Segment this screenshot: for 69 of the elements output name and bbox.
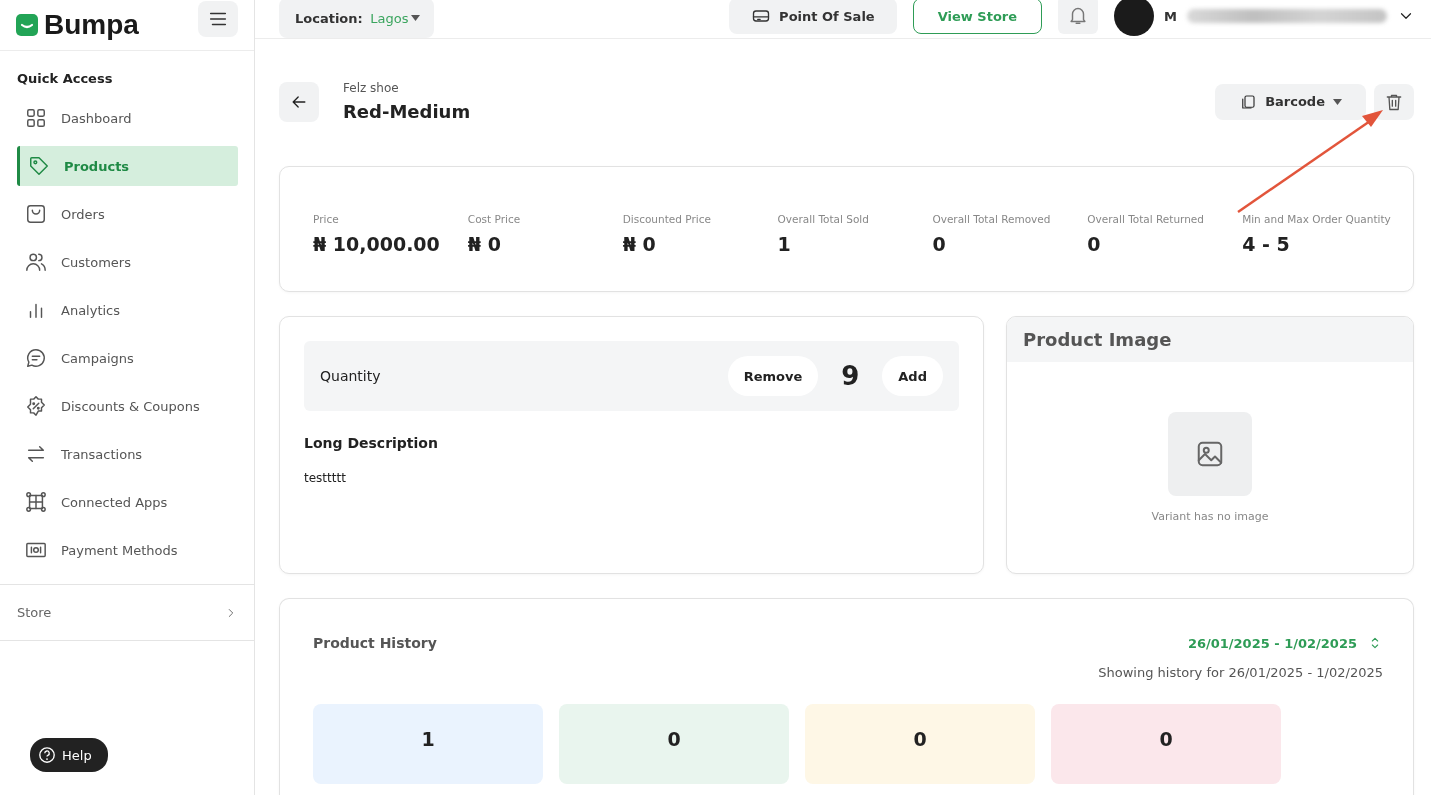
stat-value: 0 (932, 233, 947, 255)
brand-name: Bumpa (44, 9, 139, 41)
help-button[interactable]: Help (30, 738, 108, 772)
stat-label: Overall Total Sold (777, 213, 870, 225)
user-name: M (1164, 8, 1177, 24)
image-card-title: Product Image (1007, 317, 1413, 362)
sidebar-item[interactable]: Payment Methods (17, 530, 238, 570)
history-stat-value: 0 (667, 728, 681, 752)
users-icon (25, 251, 47, 273)
stat-value: ₦ 0 (467, 233, 502, 255)
caret-icon (1333, 98, 1342, 105)
sidebar-item[interactable]: Customers (17, 242, 238, 282)
sidebar-item[interactable]: Transactions (17, 434, 238, 474)
stat-value: ₦ 0 (622, 233, 657, 255)
discount-badge-icon (25, 395, 47, 417)
stat-value: ₦ 10,000.00 (313, 233, 441, 255)
caret-icon (411, 15, 421, 21)
empty-image-text: Variant has no image (1151, 510, 1269, 523)
remove-button[interactable]: Remove (727, 356, 819, 396)
location-dropdown[interactable]: Location: Lagos (279, 0, 435, 38)
history-stat-value: 1 (421, 728, 435, 752)
sidebar-item[interactable]: Products (17, 146, 238, 186)
stat-label: Overall Total Returned (1087, 213, 1205, 225)
stat-value: 0 (1087, 233, 1102, 255)
image-icon (1195, 439, 1225, 469)
quantity-value: 9 (840, 361, 861, 391)
history-stat-value: 0 (1159, 728, 1173, 752)
section-heading: Quick Access (17, 71, 114, 86)
variant-title: Red-Medium (343, 101, 472, 122)
grid-icon (25, 107, 47, 129)
menu-button[interactable] (198, 1, 238, 37)
sidebar-item[interactable]: Discounts & Coupons (17, 386, 238, 426)
notifications-button[interactable] (1058, 0, 1099, 34)
chat-icon (25, 347, 47, 369)
stat-label: Discounted Price (622, 213, 712, 225)
logo-icon (16, 14, 38, 36)
help-icon (38, 746, 56, 764)
stat-label: Min and Max Order Quantity (1242, 213, 1392, 225)
swap-arrows-icon (25, 443, 47, 465)
store-label[interactable]: Store (17, 605, 52, 620)
description-heading: Long Description (304, 435, 439, 451)
stat-label: Price (313, 213, 340, 225)
copy-icon (1239, 92, 1258, 111)
point-of-sale-button[interactable]: Point Of Sale (729, 0, 897, 34)
back-button[interactable] (279, 81, 319, 122)
history-caption: Showing history for 26/01/2025 - 1/02/2025 (1097, 665, 1383, 680)
stat-label: Cost Price (467, 213, 522, 225)
avatar[interactable] (1114, 0, 1155, 36)
bag-icon (25, 203, 47, 225)
sidebar-item[interactable]: Connected Apps (17, 482, 238, 522)
tag-icon (28, 155, 50, 177)
stat-value: 1 (777, 233, 792, 255)
history-title: Product History (313, 635, 437, 651)
sidebar-item[interactable]: Dashboard (17, 98, 238, 138)
stat-value: 4 - 5 (1242, 233, 1291, 255)
view-store-button[interactable]: View Store (912, 0, 1043, 34)
quantity-label: Quantity (320, 368, 382, 384)
sidebar-item[interactable]: Campaigns (17, 338, 238, 378)
sidebar-item[interactable]: Orders (17, 194, 238, 234)
date-range-picker[interactable]: 26/01/2025 - 1/02/2025 (1187, 635, 1383, 651)
barcode-button[interactable]: Barcode (1215, 83, 1366, 120)
product-name: Felz shoe (343, 81, 400, 95)
description-text: testtttt (304, 471, 347, 485)
history-stat-value: 0 (913, 728, 927, 752)
sidebar-item[interactable]: Analytics (17, 290, 238, 330)
stat-label: Overall Total Removed (932, 213, 1052, 225)
add-button[interactable]: Add (882, 356, 943, 396)
network-icon (25, 491, 47, 513)
delete-button[interactable] (1374, 83, 1414, 120)
